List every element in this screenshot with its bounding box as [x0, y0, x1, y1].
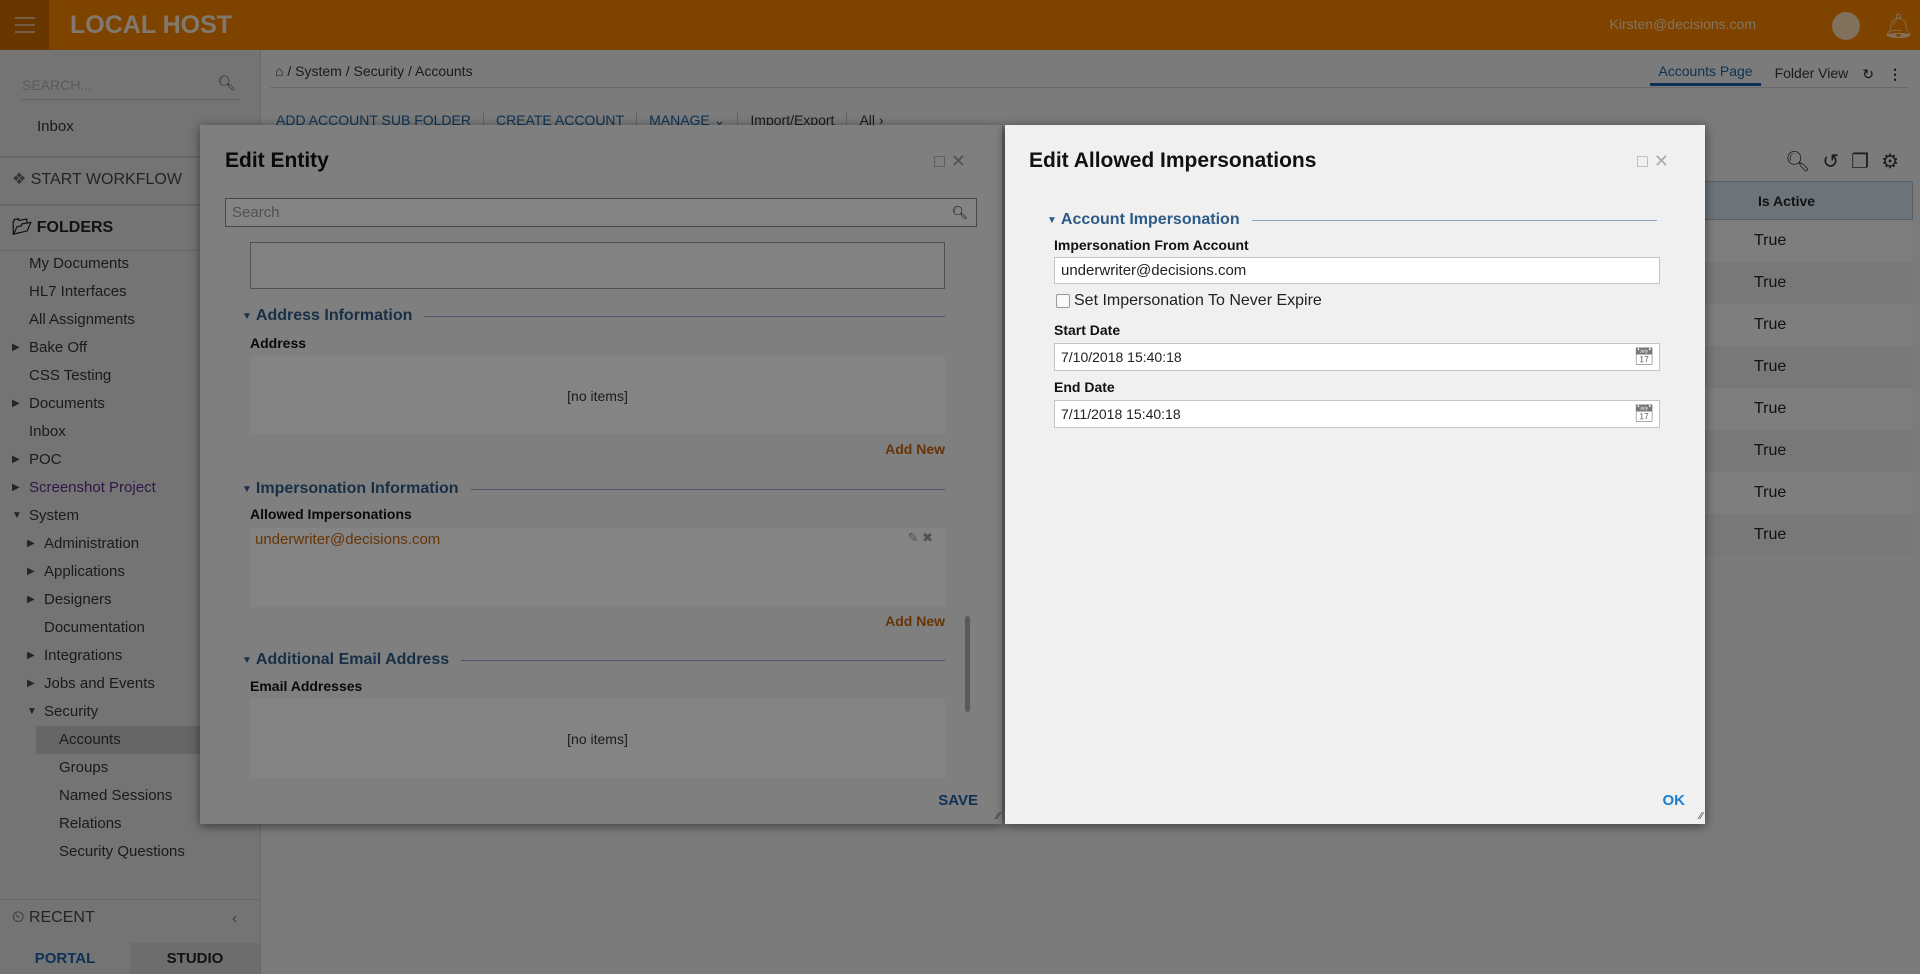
never-expire-checkbox-row: Set Impersonation To Never Expire — [1056, 292, 1322, 310]
never-expire-label[interactable]: Set Impersonation To Never Expire — [1074, 292, 1322, 310]
close-icon[interactable]: ✕ — [1654, 151, 1675, 171]
section-title: Account Impersonation — [1060, 211, 1240, 228]
resize-handle[interactable]: ∕∕ — [1700, 811, 1703, 822]
input-value: 7/11/2018 15:40:18 — [1061, 406, 1181, 422]
start-date-input[interactable]: 7/10/2018 15:40:18 📅︎ — [1054, 343, 1660, 371]
end-date-input[interactable]: 7/11/2018 15:40:18 📅︎ — [1054, 400, 1660, 428]
caret-down-icon: ▼ — [1047, 214, 1057, 226]
never-expire-checkbox[interactable] — [1056, 294, 1070, 308]
ok-button[interactable]: OK — [1663, 792, 1686, 809]
maximize-icon[interactable]: □ — [1637, 151, 1654, 171]
calendar-clock-icon[interactable]: 📅︎ — [1633, 347, 1655, 367]
impersonation-from-input[interactable]: underwriter@decisions.com — [1054, 257, 1660, 284]
impersonation-from-label: Impersonation From Account — [1054, 237, 1249, 253]
start-date-label: Start Date — [1054, 322, 1121, 338]
end-date-label: End Date — [1054, 379, 1115, 395]
input-value: underwriter@decisions.com — [1061, 262, 1247, 279]
section-account-impersonation[interactable]: ▼ Account Impersonation — [1047, 211, 1657, 229]
calendar-clock-icon[interactable]: 📅︎ — [1633, 404, 1655, 424]
dialog-window-buttons: □✕ — [1637, 151, 1675, 172]
input-value: 7/10/2018 15:40:18 — [1061, 349, 1182, 365]
edit-allowed-impersonations-dialog: Edit Allowed Impersonations □✕ ▼ Account … — [1005, 125, 1705, 824]
dialog-title: Edit Allowed Impersonations — [1029, 149, 1317, 172]
